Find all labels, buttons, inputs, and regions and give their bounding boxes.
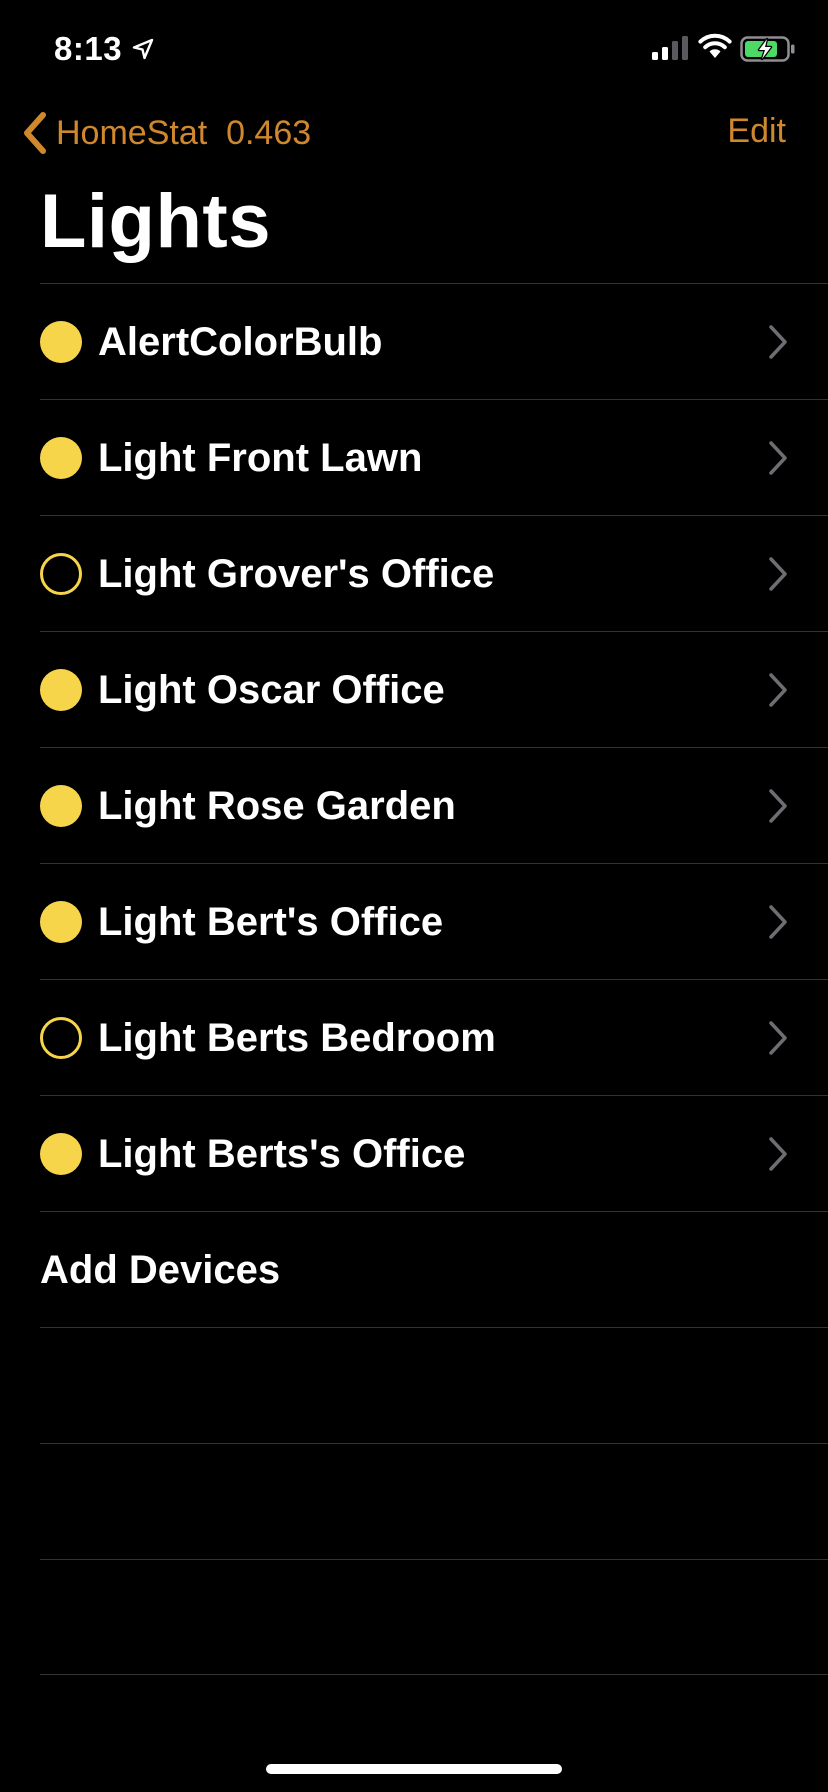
- device-name: Light Front Lawn: [98, 436, 423, 480]
- page-title: Lights: [40, 179, 271, 264]
- wifi-icon: [698, 33, 732, 58]
- status-time: 8:13: [54, 30, 123, 67]
- empty-row: [40, 1327, 828, 1443]
- device-row[interactable]: Light Oscar Office: [40, 631, 828, 747]
- home-indicator[interactable]: [266, 1764, 562, 1774]
- location-arrow-icon: [132, 38, 154, 60]
- chevron-left-icon: [24, 112, 46, 154]
- status-bar: 8:13: [0, 0, 828, 100]
- chevron-right-icon: [769, 441, 787, 475]
- chevron-right-icon: [769, 1137, 787, 1171]
- device-name: Light Berts Bedroom: [98, 1016, 496, 1060]
- back-button[interactable]: HomeStat 0.463: [22, 110, 311, 156]
- chevron-right-icon: [769, 789, 787, 823]
- back-button-label: HomeStat 0.463: [56, 113, 312, 152]
- device-name: AlertColorBulb: [98, 320, 383, 364]
- device-name: Light Bert's Office: [98, 900, 444, 944]
- status-on-icon: [40, 901, 82, 943]
- chevron-right-icon: [769, 673, 787, 707]
- device-name: Light Oscar Office: [98, 668, 445, 712]
- add-devices-button[interactable]: Add Devices: [40, 1212, 280, 1328]
- device-name: Light Grover's Office: [98, 552, 495, 596]
- edit-button[interactable]: Edit: [727, 112, 786, 151]
- status-on-icon: [40, 437, 82, 479]
- device-name: Light Berts's Office: [98, 1132, 466, 1176]
- add-devices-row: Add Devices: [40, 1211, 828, 1327]
- device-row[interactable]: Light Grover's Office: [40, 515, 828, 631]
- battery-charging-icon: [740, 36, 795, 62]
- chevron-right-icon: [769, 1021, 787, 1055]
- device-row[interactable]: AlertColorBulb: [40, 283, 828, 399]
- device-row[interactable]: Light Berts Bedroom: [40, 979, 828, 1095]
- device-list: AlertColorBulb Light Front Lawn Light Grov…: [40, 283, 828, 1675]
- status-on-icon: [40, 1133, 82, 1175]
- device-name: Light Rose Garden: [98, 784, 456, 828]
- device-row[interactable]: Light Bert's Office: [40, 863, 828, 979]
- status-off-icon: [40, 1017, 82, 1059]
- empty-row: [40, 1443, 828, 1559]
- empty-row: [40, 1559, 828, 1675]
- device-row[interactable]: Light Rose Garden: [40, 747, 828, 863]
- chevron-right-icon: [769, 325, 787, 359]
- status-off-icon: [40, 553, 82, 595]
- device-row[interactable]: Light Berts's Office: [40, 1095, 828, 1211]
- navigation-bar: HomeStat 0.463 Edit: [0, 100, 828, 166]
- status-on-icon: [40, 321, 82, 363]
- chevron-right-icon: [769, 905, 787, 939]
- status-on-icon: [40, 785, 82, 827]
- device-row[interactable]: Light Front Lawn: [40, 399, 828, 515]
- status-on-icon: [40, 669, 82, 711]
- cellular-signal-icon: [652, 36, 688, 60]
- chevron-right-icon: [769, 557, 787, 591]
